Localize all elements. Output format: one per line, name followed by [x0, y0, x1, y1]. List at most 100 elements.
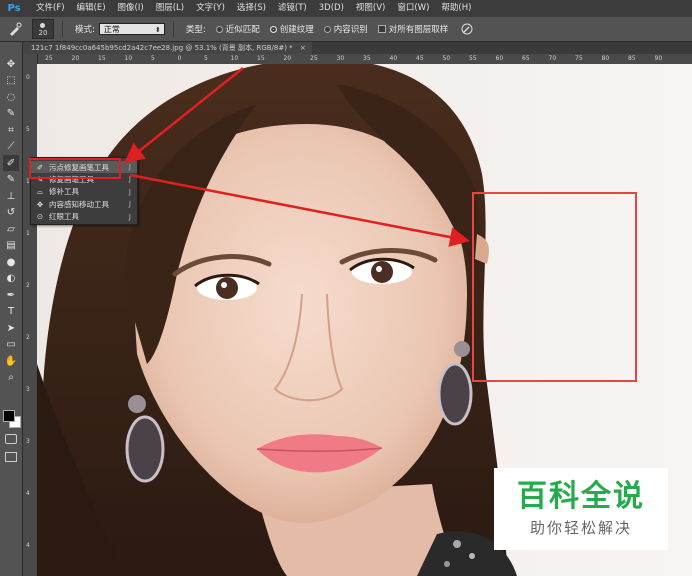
- ruler-tick-label: 5: [204, 55, 208, 62]
- eraser-icon: ▱: [7, 223, 15, 235]
- menu-bar: Ps 文件(F) 编辑(E) 图像(I) 图层(L) 文字(Y) 选择(S) 滤…: [0, 0, 692, 17]
- tool-rectangle[interactable]: ▭: [3, 337, 19, 353]
- ruler-tick-label: 4: [26, 490, 30, 497]
- tool-move[interactable]: ✥: [3, 56, 19, 72]
- tool-clone-stamp[interactable]: ⊥: [3, 188, 19, 204]
- pressure-button[interactable]: [456, 20, 478, 38]
- mode-select[interactable]: 正常: [98, 23, 165, 36]
- tool-dodge[interactable]: ◐: [3, 271, 19, 287]
- ruler-tick-label: 40: [389, 55, 398, 62]
- ruler-tick-label: 0: [177, 55, 182, 62]
- blur-icon: ●: [6, 256, 16, 268]
- watermark: 百科全说 助你轻松解决: [494, 468, 668, 550]
- gradient-icon: ▤: [6, 240, 16, 251]
- patch-icon: ⌓: [37, 186, 43, 196]
- foreground-color-swatch[interactable]: [3, 410, 15, 422]
- tool-gradient[interactable]: ▤: [3, 238, 19, 254]
- ruler-tick-label: 1: [26, 230, 30, 237]
- menu-select[interactable]: 选择(S): [231, 0, 272, 17]
- eyedropper-icon: ⟋: [7, 141, 15, 152]
- ruler-tick-label: 4: [26, 542, 30, 549]
- tool-path-select[interactable]: ➤: [3, 320, 19, 336]
- tool-hand[interactable]: ✋: [3, 353, 19, 369]
- sample-all-layers-label[interactable]: 对所有图层取样: [389, 23, 449, 35]
- tool-preset-picker[interactable]: [4, 20, 26, 38]
- tools-panel: ✥ ⬚ ◌ ✎ ⌗ ⟋ ✐ ✎ ⊥ ↺ ▱ ▤ ● ◐ ✒ T ➤ ▭ ✋ ⌕: [0, 42, 23, 576]
- divider: [172, 21, 174, 37]
- ruler-tick-label: 60: [495, 55, 504, 62]
- path-select-icon: ➤: [6, 322, 16, 334]
- tool-pen[interactable]: ✒: [3, 287, 19, 303]
- brush-size-value: 20: [38, 29, 48, 37]
- document-tab[interactable]: 121c7 1f849cc0a645b95cd2a42c7ee28.jpg @ …: [23, 42, 312, 54]
- screen-mode-icon[interactable]: [5, 452, 17, 462]
- type-radio-proximity[interactable]: [215, 25, 223, 33]
- type-option-proximity[interactable]: 近似匹配: [226, 23, 260, 35]
- tool-eraser[interactable]: ▱: [3, 221, 19, 237]
- flyout-item-red-eye[interactable]: ⊙ 红眼工具 J: [31, 211, 137, 223]
- spot-healing-brush-icon: [10, 22, 22, 36]
- tool-marquee[interactable]: ⬚: [3, 73, 19, 89]
- close-icon[interactable]: ×: [300, 44, 306, 52]
- ruler-tick-label: 0: [26, 74, 30, 81]
- tool-history-brush[interactable]: ↺: [3, 205, 19, 221]
- flyout-item-content-aware-move[interactable]: ✥ 内容感知移动工具 J: [31, 198, 137, 210]
- menu-layer[interactable]: 图层(L): [150, 0, 190, 17]
- brush-size-picker[interactable]: 20: [32, 19, 54, 39]
- annotation-highlight-box: [29, 158, 121, 179]
- shortcut-key: J: [128, 212, 131, 221]
- quick-select-icon: ✎: [6, 108, 16, 119]
- quick-mask-icon[interactable]: [5, 434, 17, 444]
- menu-image[interactable]: 图像(I): [112, 0, 150, 17]
- flyout-item-label: 内容感知移动工具: [49, 199, 109, 209]
- menu-filter[interactable]: 滤镜(T): [272, 0, 313, 17]
- dodge-icon: ◐: [6, 273, 16, 284]
- type-option-texture[interactable]: 创建纹理: [280, 23, 314, 35]
- flyout-item-label: 红眼工具: [49, 212, 79, 222]
- tool-spot-healing-brush[interactable]: ✐: [3, 155, 19, 171]
- shortcut-key: J: [128, 175, 131, 184]
- ruler-tick-label: 55: [469, 55, 477, 62]
- type-icon: T: [7, 306, 15, 317]
- flyout-item-patch[interactable]: ⌓ 修补工具 J: [31, 186, 137, 198]
- tool-zoom[interactable]: ⌕: [3, 370, 19, 386]
- ruler-tick-label: 80: [601, 55, 610, 62]
- ruler-tick-label: 5: [151, 55, 155, 62]
- document-title: 121c7 1f849cc0a645b95cd2a42c7ee28.jpg @ …: [31, 44, 293, 52]
- marquee-icon: ⬚: [6, 75, 16, 86]
- clone-stamp-icon: ⊥: [6, 190, 16, 202]
- menu-edit[interactable]: 编辑(E): [71, 0, 112, 17]
- tool-brush[interactable]: ✎: [3, 172, 19, 188]
- menu-window[interactable]: 窗口(W): [391, 0, 435, 17]
- content-aware-move-icon: ✥: [36, 199, 44, 209]
- tool-lasso[interactable]: ◌: [3, 89, 19, 105]
- tool-type[interactable]: T: [3, 304, 19, 320]
- tool-crop[interactable]: ⌗: [3, 122, 19, 138]
- ruler-tick-label: 10: [230, 55, 239, 62]
- ruler-tick-label: 15: [257, 55, 265, 62]
- menu-file[interactable]: 文件(F): [30, 0, 71, 17]
- ruler-tick-label: 10: [124, 55, 133, 62]
- ruler-tick-label: 3: [26, 438, 30, 445]
- spot-healing-brush-icon: ✐: [6, 157, 16, 169]
- tool-eyedropper[interactable]: ⟋: [3, 139, 19, 155]
- hand-icon: ✋: [4, 355, 18, 367]
- tool-quick-select[interactable]: ✎: [3, 106, 19, 122]
- brush-dot-icon: [40, 23, 45, 28]
- ruler-tick-label: 15: [98, 55, 106, 62]
- document-tab-bar: 121c7 1f849cc0a645b95cd2a42c7ee28.jpg @ …: [23, 42, 692, 54]
- tool-blur[interactable]: ●: [3, 254, 19, 270]
- menu-type[interactable]: 文字(Y): [190, 0, 231, 17]
- ruler-tick-label: 45: [416, 55, 424, 62]
- mode-label: 模式:: [75, 25, 95, 35]
- menu-view[interactable]: 视图(V): [350, 0, 391, 17]
- type-radio-content-aware[interactable]: [323, 25, 331, 33]
- type-option-content-aware[interactable]: 内容识别: [334, 23, 368, 35]
- menu-3d[interactable]: 3D(D): [313, 0, 350, 17]
- pen-pressure-icon: [461, 23, 473, 35]
- watermark-title: 百科全说: [517, 479, 645, 514]
- menu-help[interactable]: 帮助(H): [435, 0, 477, 17]
- photoshop-logo: Ps: [7, 3, 21, 14]
- type-radio-texture[interactable]: [269, 25, 277, 33]
- sample-all-layers-checkbox[interactable]: [377, 25, 386, 33]
